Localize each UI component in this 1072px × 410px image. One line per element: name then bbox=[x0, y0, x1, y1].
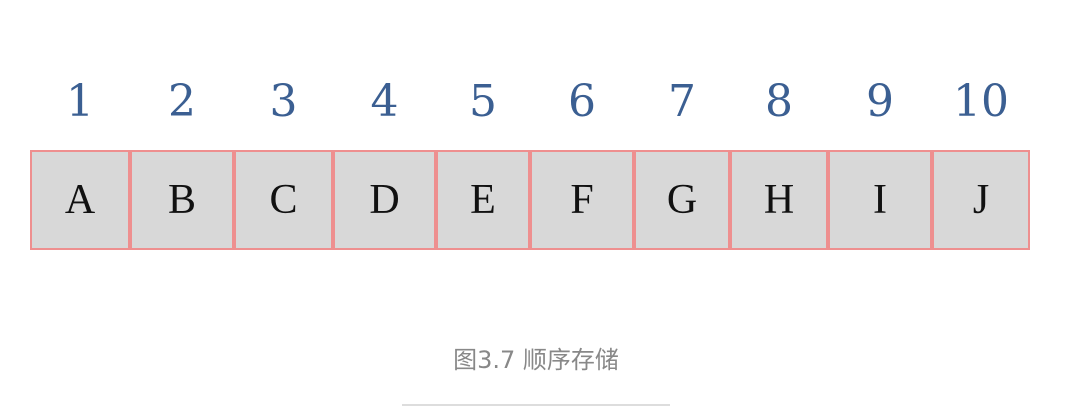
sequential-storage-figure: 1 2 3 4 5 6 7 8 9 10 A B C D E F G H I J… bbox=[0, 0, 1072, 410]
index-label: 7 bbox=[668, 76, 696, 127]
figure-caption: 图3.7 顺序存储 bbox=[453, 346, 619, 374]
storage-cell: I bbox=[828, 150, 932, 250]
storage-cell: E bbox=[436, 150, 530, 250]
storage-cell: H bbox=[730, 150, 828, 250]
index-label: 4 bbox=[370, 76, 399, 127]
index-row: 1 2 3 4 5 6 7 8 9 10 bbox=[30, 74, 1030, 130]
storage-cell: A bbox=[30, 150, 130, 250]
index-label: 10 bbox=[953, 76, 1009, 127]
caption-divider bbox=[402, 404, 670, 406]
index-label: 5 bbox=[469, 76, 497, 127]
index-label: 8 bbox=[765, 76, 793, 127]
storage-cell: J bbox=[932, 150, 1030, 250]
index-label: 2 bbox=[168, 76, 196, 127]
index-label: 6 bbox=[568, 76, 596, 127]
index-label: 3 bbox=[269, 76, 298, 127]
storage-cell: C bbox=[234, 150, 333, 250]
storage-cell-row: A B C D E F G H I J bbox=[30, 150, 1030, 254]
storage-cell: B bbox=[130, 150, 234, 250]
index-label: 1 bbox=[66, 76, 94, 127]
storage-cell: G bbox=[634, 150, 730, 250]
index-label: 9 bbox=[866, 76, 894, 127]
storage-cell: F bbox=[530, 150, 634, 250]
storage-cell: D bbox=[333, 150, 436, 250]
